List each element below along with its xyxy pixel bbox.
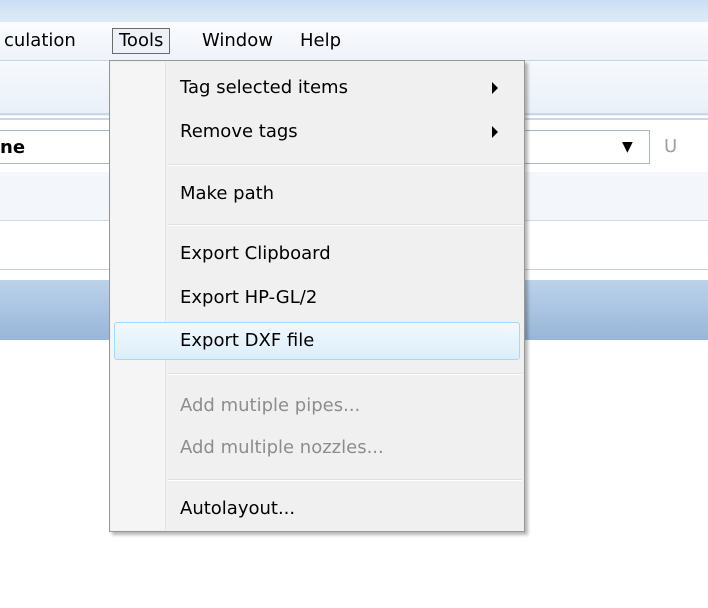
dropdown-arrow-icon[interactable]: ▼ (622, 139, 633, 155)
menu-separator (168, 479, 522, 481)
menu-item-label: Tag selected items (180, 77, 348, 98)
menu-item-label: Export Clipboard (180, 243, 331, 264)
combobox-value: ne (0, 137, 26, 158)
menu-help[interactable]: Help (294, 28, 347, 54)
window-titlebar (0, 0, 708, 22)
menu-item-export-hpgl2[interactable]: Export HP-GL/2 (114, 279, 520, 317)
menu-item-add-multiple-nozzles: Add multiple nozzles... (114, 429, 520, 467)
menu-window[interactable]: Window (196, 28, 279, 54)
menu-item-remove-tags[interactable]: Remove tags (114, 113, 520, 151)
menu-item-label: Make path (180, 183, 275, 204)
underline-button[interactable]: U (664, 136, 677, 157)
menu-separator (168, 164, 522, 166)
menu-separator (168, 224, 522, 226)
menu-item-label: Remove tags (180, 121, 298, 142)
submenu-arrow-icon (492, 82, 498, 94)
menu-item-label: Add mutiple pipes... (180, 395, 361, 416)
menu-calculation[interactable]: culation (0, 28, 82, 54)
menu-item-label: Add multiple nozzles... (180, 437, 384, 458)
menu-item-make-path[interactable]: Make path (114, 175, 520, 213)
menu-item-label: Export DXF file (180, 330, 315, 351)
menu-item-export-dxf-file[interactable]: Export DXF file (114, 322, 520, 360)
menu-item-autolayout[interactable]: Autolayout... (114, 490, 520, 528)
menu-item-label: Export HP-GL/2 (180, 287, 318, 308)
menu-item-tag-selected-items[interactable]: Tag selected items (114, 69, 520, 107)
menu-tools[interactable]: Tools (112, 28, 171, 54)
menu-item-export-clipboard[interactable]: Export Clipboard (114, 235, 520, 273)
tools-menu-dropdown: Tag selected items Remove tags Make path… (109, 60, 525, 532)
menu-item-label: Autolayout... (180, 498, 296, 519)
submenu-arrow-icon (492, 126, 498, 138)
menu-separator (168, 373, 522, 375)
menu-bar: culation Tools Window Help (0, 22, 708, 61)
menu-item-add-multiple-pipes: Add mutiple pipes... (114, 387, 520, 425)
